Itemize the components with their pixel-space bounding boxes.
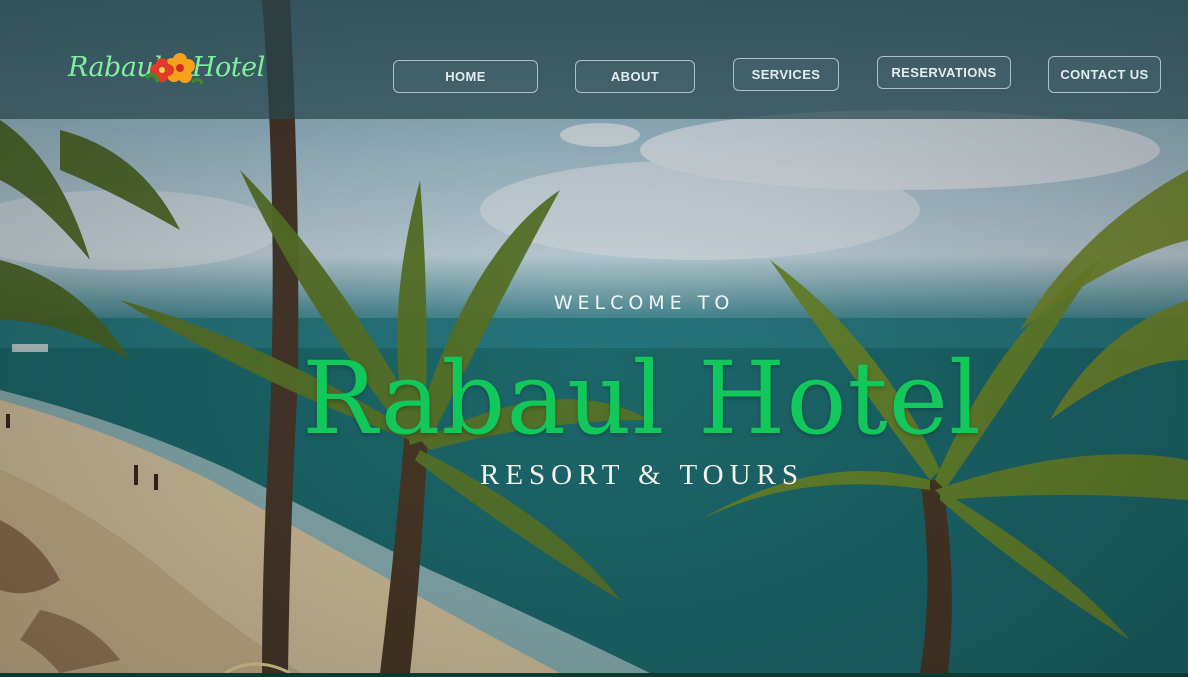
nav-reservations-button[interactable]: RESERVATIONS bbox=[877, 56, 1011, 89]
site-header: Rabaul Hotel HOME ABOUT SERVICES RESERVA… bbox=[0, 0, 1188, 119]
nav-contact-button[interactable]: CONTACT US bbox=[1048, 56, 1161, 93]
footer-strip bbox=[0, 673, 1188, 677]
nav-about-button[interactable]: ABOUT bbox=[575, 60, 695, 93]
nav-services-button[interactable]: SERVICES bbox=[733, 58, 839, 91]
site-logo[interactable]: Rabaul Hotel bbox=[68, 46, 268, 90]
nav-home-button[interactable]: HOME bbox=[393, 60, 538, 93]
hero-title: Rabaul Hotel bbox=[302, 340, 982, 457]
logo-text-part2: Hotel bbox=[192, 52, 265, 83]
hero-subtitle: RESORT & TOURS bbox=[479, 459, 804, 491]
welcome-text: WELCOME TO bbox=[553, 292, 735, 314]
